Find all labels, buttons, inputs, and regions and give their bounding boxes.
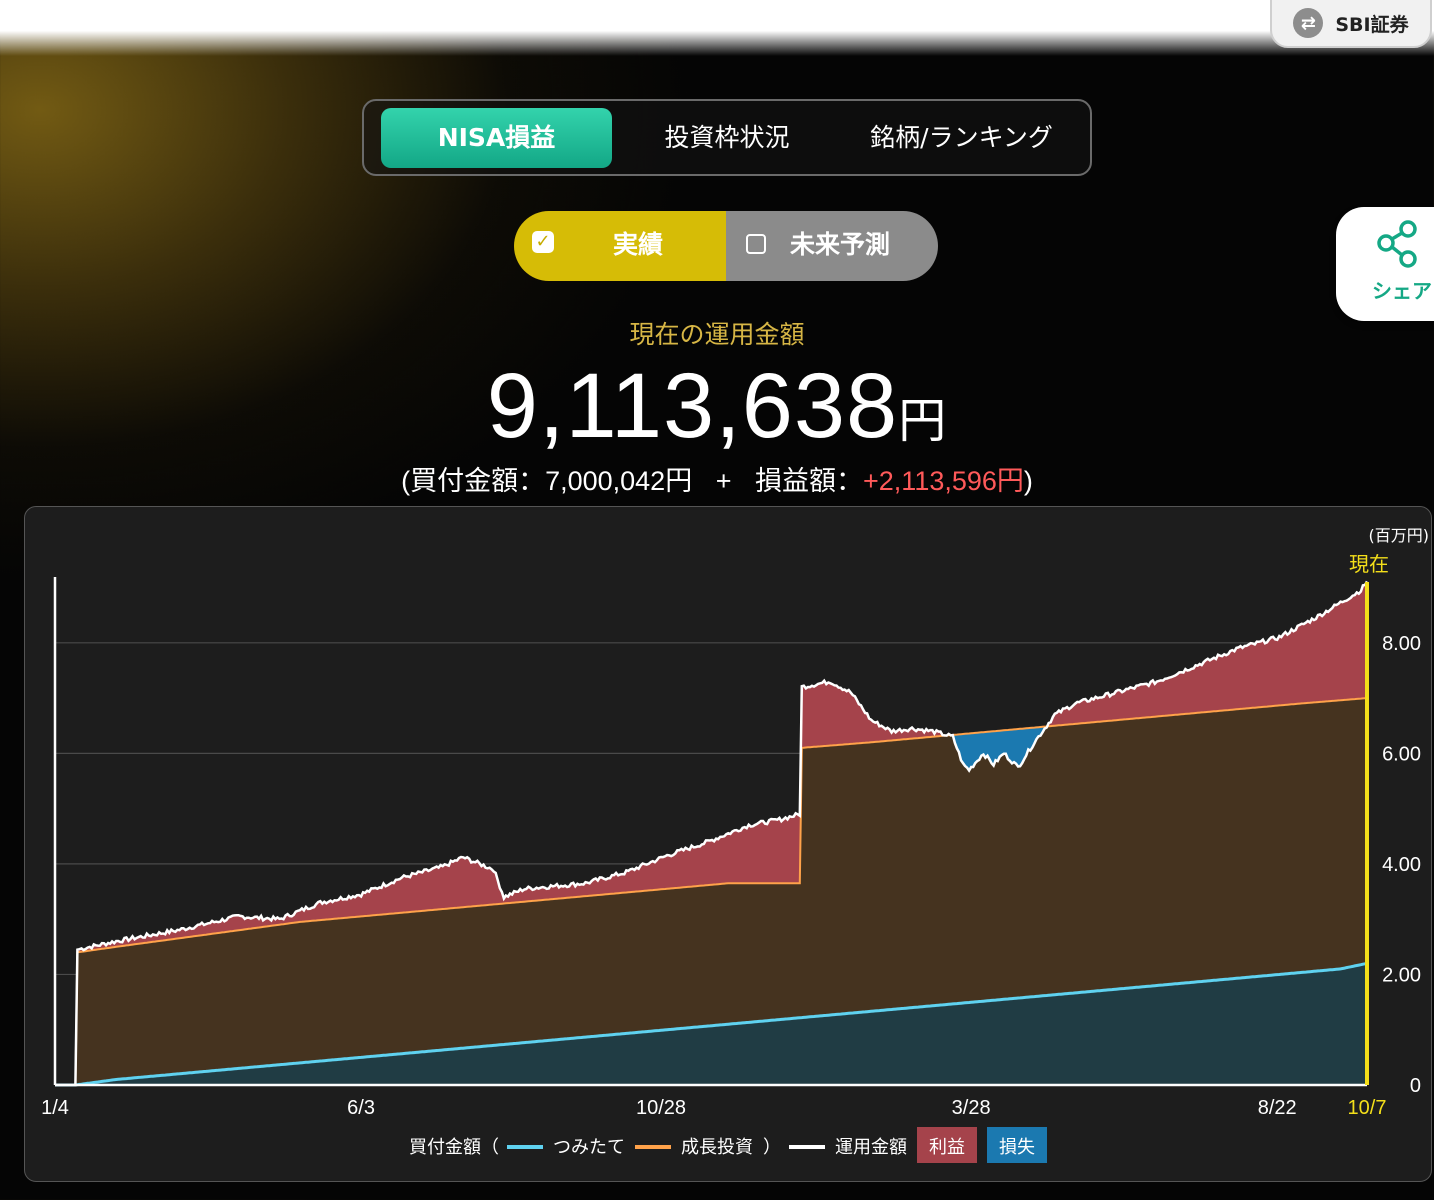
checkbox-checked-icon: ✓ [532, 231, 554, 253]
legend-tsumitate: つみたて [553, 1137, 625, 1158]
legend-growth: 成長投資 [681, 1137, 753, 1158]
paren-close: ) [1023, 466, 1033, 496]
y-tick-label: 4.00 [1382, 854, 1421, 876]
paren-open: ( [401, 466, 411, 496]
legend-profit: 利益 [929, 1137, 965, 1158]
share-button[interactable]: シェア [1336, 207, 1434, 321]
current-amount: 9,113,638円 [0, 354, 1434, 459]
share-label: シェア [1372, 279, 1432, 303]
broker-label: SBI証券 [1335, 13, 1409, 36]
current-amount-value: 9,113,638 [486, 355, 899, 457]
purchase-value: 7,000,042円 [545, 466, 693, 496]
y-tick-label: 6.00 [1382, 743, 1421, 765]
main-tabs: NISA損益 投資枠状況 銘柄/ランキング [362, 99, 1092, 176]
tab-nisa-pl[interactable]: NISA損益 [381, 108, 612, 168]
plus-sign: + [715, 466, 732, 496]
x-tick-label: 10/7 [1348, 1097, 1387, 1119]
legend-market: 運用金額 [835, 1137, 907, 1158]
current-amount-title: 現在の運用金額 [629, 320, 805, 349]
swap-icon: ⇄ [1293, 8, 1324, 38]
tab-ranking[interactable]: 銘柄/ランキング [844, 108, 1079, 168]
current-label: 現在 [1349, 552, 1389, 576]
x-tick-label: 10/28 [636, 1097, 686, 1119]
current-amount-unit: 円 [898, 395, 948, 448]
purchase-label: 買付金額： [410, 466, 546, 496]
tab-investment-quota[interactable]: 投資枠状況 [627, 108, 827, 168]
checkbox-empty-icon [746, 234, 766, 254]
toggle-forecast-label: 未来予測 [790, 230, 891, 259]
pl-label: 損益額： [755, 466, 864, 496]
toggle-actual[interactable]: ✓ 実績 [514, 211, 726, 281]
top-fade [0, 0, 1434, 56]
toggle-actual-label: 実績 [612, 230, 663, 259]
x-tick-label: 1/4 [41, 1097, 69, 1119]
chart-panel: 0 2.00 4.00 6.00 8.00 (百万円) 現在 1/4 6/3 10/28 3/28 8… [24, 506, 1432, 1182]
x-tick-label: 8/22 [1258, 1097, 1297, 1119]
broker-switch-button[interactable]: ⇄ SBI証券 [1270, 0, 1432, 48]
legend-suffix: ） [763, 1137, 781, 1158]
y-tick-label: 8.00 [1382, 633, 1421, 655]
legend-prefix: 買付金額（ [409, 1137, 499, 1158]
x-tick-label: 3/28 [952, 1097, 991, 1119]
asset-chart: 0 2.00 4.00 6.00 8.00 (百万円) 現在 1/4 6/3 10/28 3/28 8… [41, 526, 1430, 1163]
pl-value: +2,113,596円 [863, 466, 1024, 496]
amount-breakdown: (買付金額：7,000,042円 + 損益額：+2,113,596円) [0, 459, 1434, 498]
x-tick-label: 6/3 [347, 1097, 375, 1119]
legend-loss: 損失 [999, 1137, 1035, 1158]
toggle-forecast[interactable]: 未来予測 [726, 211, 938, 281]
share-icon [1377, 220, 1417, 268]
y-tick-label: 0 [1410, 1075, 1421, 1097]
y-tick-label: 2.00 [1382, 964, 1421, 986]
unit-label: (百万円) [1369, 526, 1430, 545]
